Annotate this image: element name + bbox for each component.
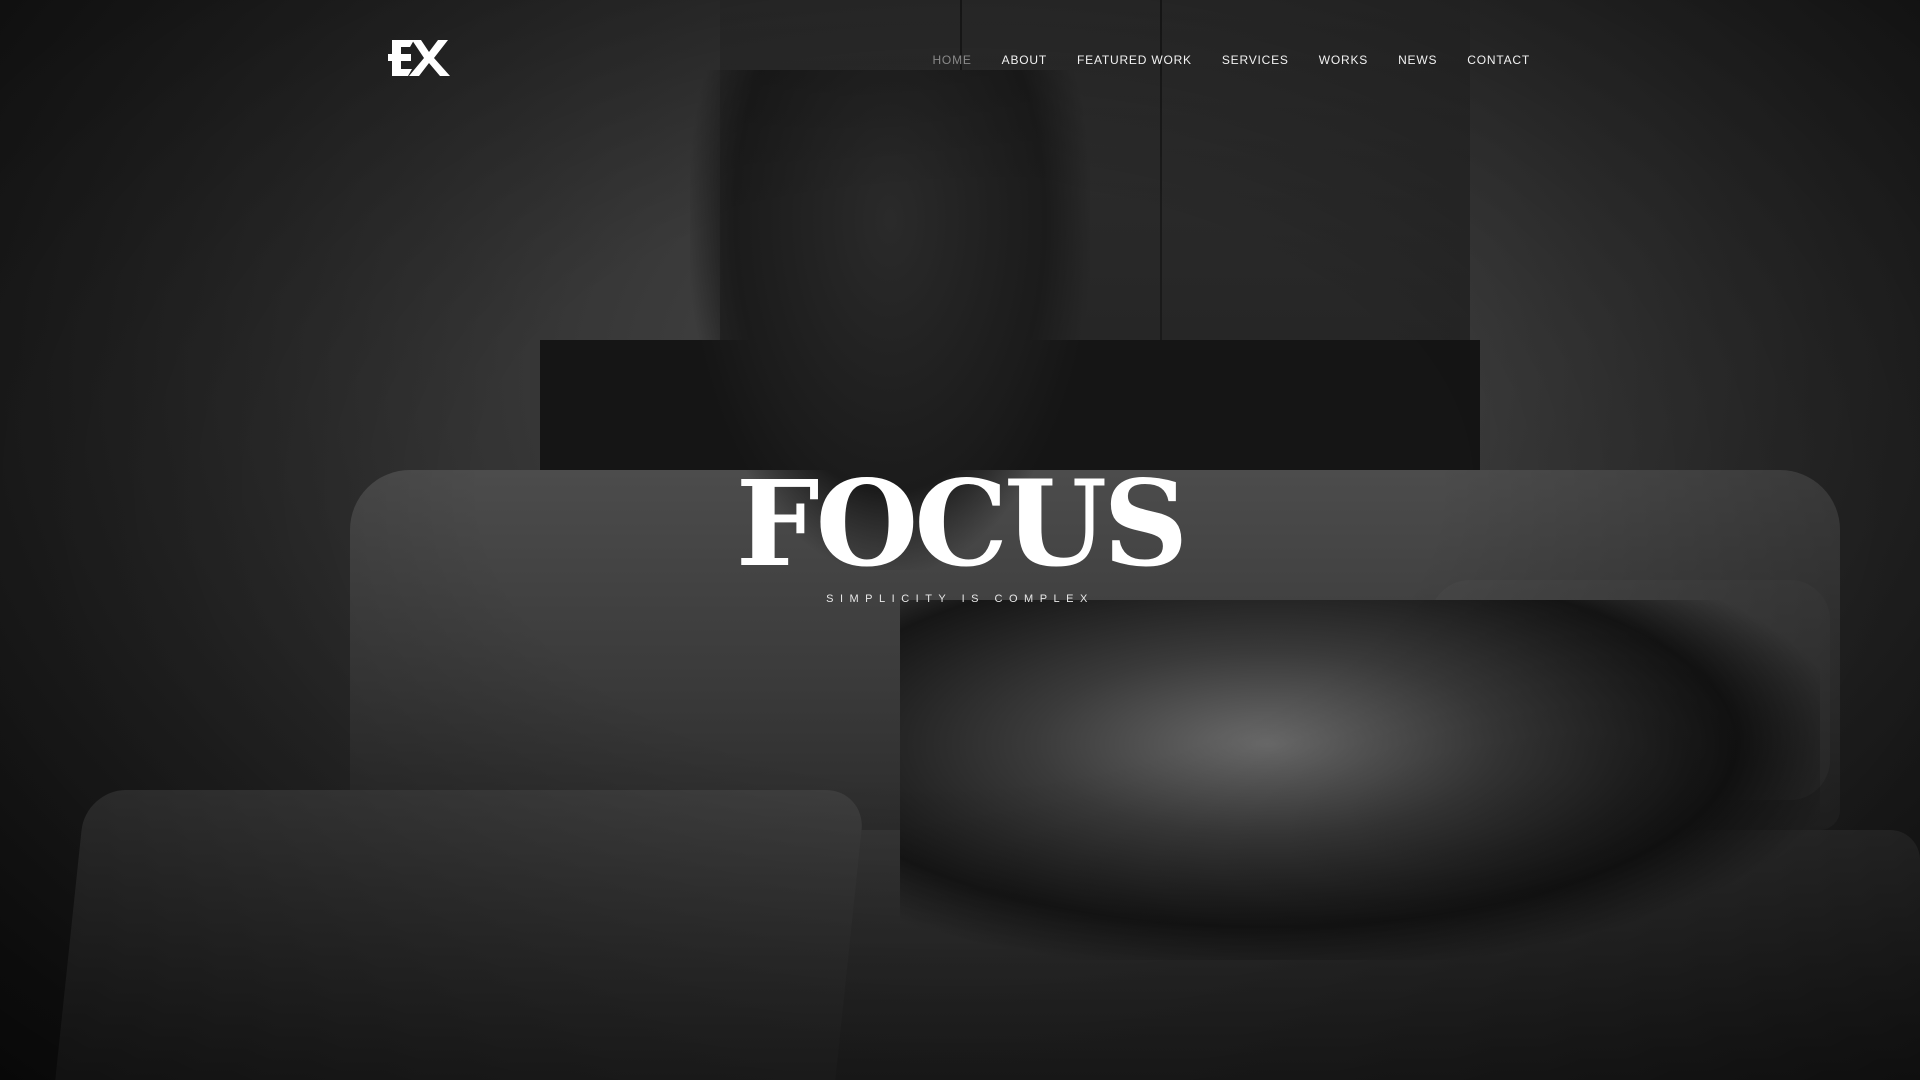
nav-item-about: ABOUT bbox=[1002, 51, 1047, 69]
logo[interactable]: EX bbox=[388, 36, 450, 80]
nav-link-contact[interactable]: CONTACT bbox=[1467, 53, 1530, 67]
main-nav: HOME ABOUT FEATURED WORK SERVICES WORKS … bbox=[902, 51, 1530, 69]
nav-item-featured-work: FEATURED WORK bbox=[1077, 51, 1192, 69]
hero-subtitle: SIMPLICITY IS COMPLEX bbox=[826, 593, 1094, 605]
nav-link-featured-work[interactable]: FEATURED WORK bbox=[1077, 53, 1192, 67]
nav-link-news[interactable]: NEWS bbox=[1398, 53, 1437, 67]
nav-link-home[interactable]: HOME bbox=[932, 53, 971, 67]
ex-logo-icon bbox=[388, 40, 450, 76]
hero-text: FOCUS SIMPLICITY IS COMPLEX bbox=[0, 454, 1920, 606]
nav-item-contact: CONTACT bbox=[1467, 51, 1530, 69]
nav-item-services: SERVICES bbox=[1222, 51, 1289, 69]
hero-title: FOCUS bbox=[735, 454, 1189, 593]
nav-link-works[interactable]: WORKS bbox=[1319, 53, 1368, 67]
nav-item-news: NEWS bbox=[1398, 51, 1437, 69]
nav-link-services[interactable]: SERVICES bbox=[1222, 53, 1289, 67]
nav-item-works: WORKS bbox=[1319, 51, 1368, 69]
site-header: EX HOME ABOUT FEATURED WORK SERVICES WOR… bbox=[0, 0, 1920, 120]
hero-section: EX HOME ABOUT FEATURED WORK SERVICES WOR… bbox=[0, 0, 1920, 1080]
nav-link-about[interactable]: ABOUT bbox=[1002, 53, 1047, 67]
nav-item-home: HOME bbox=[932, 51, 971, 69]
